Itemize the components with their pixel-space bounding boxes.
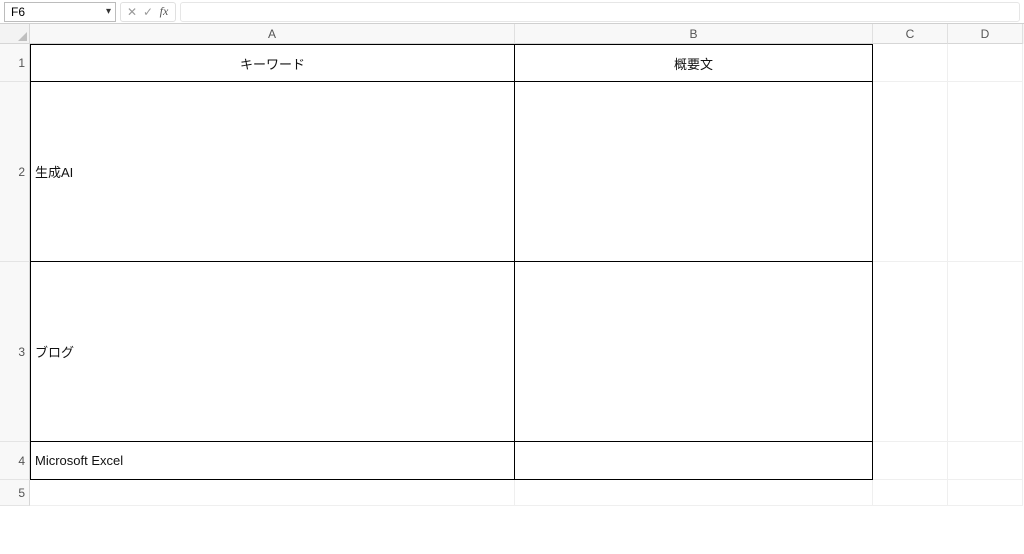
cell-B5[interactable] xyxy=(515,480,873,506)
row-header-4[interactable]: 4 xyxy=(0,442,30,480)
formula-bar-controls: ✕ ✓ fx xyxy=(120,2,176,22)
cell-D5[interactable] xyxy=(948,480,1023,506)
select-all-triangle[interactable] xyxy=(0,24,30,44)
table-row: 3 ブログ xyxy=(0,262,1024,442)
table-row: 4 Microsoft Excel xyxy=(0,442,1024,480)
cell-C3[interactable] xyxy=(873,262,948,442)
cell-A5[interactable] xyxy=(30,480,515,506)
name-box-value: F6 xyxy=(11,5,106,19)
row-header-3[interactable]: 3 xyxy=(0,262,30,442)
cell-D4[interactable] xyxy=(948,442,1023,480)
cell-C5[interactable] xyxy=(873,480,948,506)
cell-D3[interactable] xyxy=(948,262,1023,442)
column-header-B[interactable]: B xyxy=(515,24,873,44)
chevron-down-icon[interactable]: ▾ xyxy=(106,6,111,17)
spreadsheet-grid[interactable]: A B C D 1 キーワード 概要文 2 生成AI 3 ブログ xyxy=(0,24,1024,554)
name-box[interactable]: F6 ▾ xyxy=(4,2,116,22)
fx-icon[interactable]: fx xyxy=(157,4,171,19)
row-header-2[interactable]: 2 xyxy=(0,82,30,262)
cell-C1[interactable] xyxy=(873,44,948,82)
cell-B4[interactable] xyxy=(515,442,873,480)
row-header-5[interactable]: 5 xyxy=(0,480,30,506)
enter-icon[interactable]: ✓ xyxy=(141,5,155,19)
formula-bar: F6 ▾ ✕ ✓ fx xyxy=(0,0,1024,24)
table-row: 2 生成AI xyxy=(0,82,1024,262)
column-header-C[interactable]: C xyxy=(873,24,948,44)
cell-C2[interactable] xyxy=(873,82,948,262)
cell-D2[interactable] xyxy=(948,82,1023,262)
cell-B1[interactable]: 概要文 xyxy=(515,44,873,82)
table-row: 5 xyxy=(0,480,1024,506)
cancel-icon[interactable]: ✕ xyxy=(125,5,139,19)
cell-D1[interactable] xyxy=(948,44,1023,82)
formula-input[interactable] xyxy=(180,2,1020,22)
cell-A3[interactable]: ブログ xyxy=(30,262,515,442)
column-headers: A B C D xyxy=(0,24,1024,44)
cell-A2[interactable]: 生成AI xyxy=(30,82,515,262)
table-row: 1 キーワード 概要文 xyxy=(0,44,1024,82)
cell-B3[interactable] xyxy=(515,262,873,442)
cell-C4[interactable] xyxy=(873,442,948,480)
cell-A1[interactable]: キーワード xyxy=(30,44,515,82)
row-header-1[interactable]: 1 xyxy=(0,44,30,82)
cell-A4[interactable]: Microsoft Excel xyxy=(30,442,515,480)
cell-B2[interactable] xyxy=(515,82,873,262)
column-header-D[interactable]: D xyxy=(948,24,1023,44)
column-header-A[interactable]: A xyxy=(30,24,515,44)
rows: 1 キーワード 概要文 2 生成AI 3 ブログ 4 Microsoft Exc… xyxy=(0,44,1024,506)
